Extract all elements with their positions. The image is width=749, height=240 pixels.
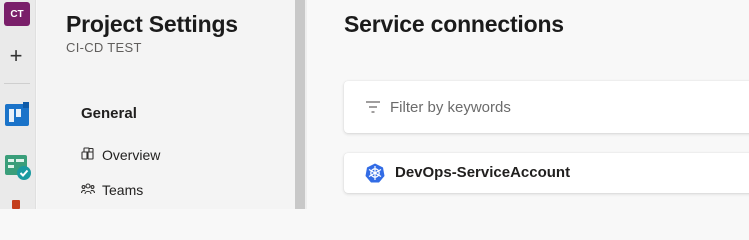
project-avatar[interactable]: CT (4, 2, 30, 26)
filter-icon (366, 100, 380, 118)
service-connection-row[interactable]: DevOps-ServiceAccount (344, 153, 749, 193)
plus-icon[interactable]: + (6, 45, 26, 67)
boards-icon[interactable] (4, 102, 30, 131)
splitter-edge (305, 0, 307, 209)
settings-sidebar: Project Settings CI-CD TEST General Over… (37, 0, 295, 209)
sidebar-item-teams[interactable]: Teams (80, 179, 144, 201)
connection-name: DevOps-ServiceAccount (395, 164, 571, 181)
artifacts-icon[interactable] (12, 200, 20, 209)
sidebar-item-label: Overview (102, 147, 161, 163)
sidebar-title: Project Settings (66, 11, 238, 37)
kubernetes-icon (365, 163, 385, 188)
filter-input[interactable] (390, 95, 730, 119)
test-plans-icon[interactable] (4, 154, 32, 187)
rail-divider (4, 83, 30, 84)
app-rail: CT + (0, 0, 36, 209)
teams-icon (80, 182, 96, 199)
project-name: CI-CD TEST (66, 40, 142, 55)
sidebar-item-label: Teams (102, 182, 144, 198)
overview-icon (81, 146, 95, 164)
section-header-general: General (81, 105, 137, 122)
main-content: Service connections Filter by keywords D… (308, 0, 749, 209)
page-title: Service connections (344, 11, 564, 37)
filter-bar (344, 81, 749, 133)
app-window: CT + Project Settings CI-CD TEST General… (0, 0, 749, 209)
sidebar-scrollbar[interactable] (295, 0, 307, 209)
sidebar-item-overview[interactable]: Overview (81, 144, 160, 166)
